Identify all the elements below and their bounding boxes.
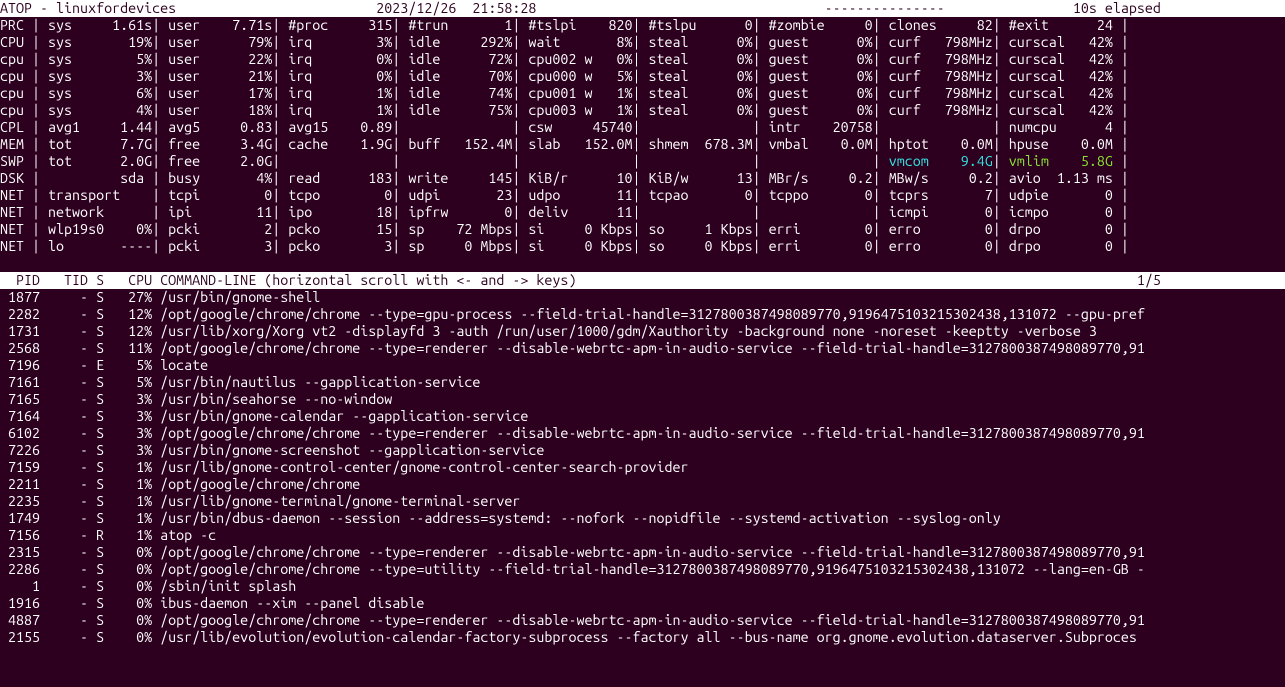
sys-row: NET | transport | tcpi 0| tcpo 0| udpi 2… — [0, 187, 1285, 204]
process-row[interactable]: 1 - S 0% /sbin/init splash — [0, 578, 1285, 595]
process-row[interactable]: 7196 - E 5% locate — [0, 357, 1285, 374]
blank — [0, 255, 1285, 272]
sys-row: cpu | sys 4%| user 18%| irq 1%| idle 75%… — [0, 102, 1285, 119]
process-row[interactable]: 2315 - S 0% /opt/google/chrome/chrome --… — [0, 544, 1285, 561]
sys-row: PRC | sys 1.61s| user 7.71s| #proc 315| … — [0, 17, 1285, 34]
process-row[interactable]: 2282 - S 12% /opt/google/chrome/chrome -… — [0, 306, 1285, 323]
sys-row: SWP | tot 2.0G| free 2.0G| | | | | | vmc… — [0, 153, 1285, 170]
process-row[interactable]: 7156 - R 1% atop -c — [0, 527, 1285, 544]
process-row[interactable]: 1749 - S 1% /usr/bin/dbus-daemon --sessi… — [0, 510, 1285, 527]
process-row[interactable]: 1731 - S 12% /usr/lib/xorg/Xorg vt2 -dis… — [0, 323, 1285, 340]
process-row[interactable]: 1916 - S 0% ibus-daemon --xim --panel di… — [0, 595, 1285, 612]
title-bar: ATOP - linuxfordevices 2023/12/26 21:58:… — [0, 0, 1285, 17]
process-row[interactable]: 7226 - S 3% /usr/bin/gnome-screenshot --… — [0, 442, 1285, 459]
process-row[interactable]: 2155 - S 0% /usr/lib/evolution/evolution… — [0, 629, 1285, 646]
process-row[interactable]: 7161 - S 5% /usr/bin/nautilus --gapplica… — [0, 374, 1285, 391]
process-header: PID TID S CPU COMMAND-LINE (horizontal s… — [0, 272, 1285, 289]
sys-row: cpu | sys 6%| user 17%| irq 1%| idle 74%… — [0, 85, 1285, 102]
process-row[interactable]: 7159 - S 1% /usr/lib/gnome-control-cente… — [0, 459, 1285, 476]
sys-row: NET | network | ipi 11| ipo 18| ipfrw 0|… — [0, 204, 1285, 221]
sys-row: cpu | sys 3%| user 21%| irq 0%| idle 70%… — [0, 68, 1285, 85]
process-row[interactable]: 7165 - S 3% /usr/bin/seahorse --no-windo… — [0, 391, 1285, 408]
process-row[interactable]: 2235 - S 1% /usr/lib/gnome-terminal/gnom… — [0, 493, 1285, 510]
process-row[interactable]: 2568 - S 11% /opt/google/chrome/chrome -… — [0, 340, 1285, 357]
sys-row: NET | wlp19s0 0%| pcki 2| pcko 15| sp 72… — [0, 221, 1285, 238]
sys-row: CPU | sys 19%| user 79%| irq 3%| idle 29… — [0, 34, 1285, 51]
sys-row: MEM | tot 7.7G| free 3.4G| cache 1.9G| b… — [0, 136, 1285, 153]
process-row[interactable]: 7164 - S 3% /usr/bin/gnome-calendar --ga… — [0, 408, 1285, 425]
process-row[interactable]: 4887 - S 0% /opt/google/chrome/chrome --… — [0, 612, 1285, 629]
terminal-output[interactable]: ATOP - linuxfordevices 2023/12/26 21:58:… — [0, 0, 1285, 646]
process-row[interactable]: 2286 - S 0% /opt/google/chrome/chrome --… — [0, 561, 1285, 578]
sys-row: NET | lo ----| pcki 3| pcko 3| sp 0 Mbps… — [0, 238, 1285, 255]
process-row[interactable]: 6102 - S 3% /opt/google/chrome/chrome --… — [0, 425, 1285, 442]
process-row[interactable]: 2211 - S 1% /opt/google/chrome/chrome — [0, 476, 1285, 493]
process-row[interactable]: 1877 - S 27% /usr/bin/gnome-shell — [0, 289, 1285, 306]
sys-row: cpu | sys 5%| user 22%| irq 0%| idle 72%… — [0, 51, 1285, 68]
sys-row: CPL | avg1 1.44| avg5 0.83| avg15 0.89| … — [0, 119, 1285, 136]
sys-row: DSK | sda | busy 4%| read 183| write 145… — [0, 170, 1285, 187]
